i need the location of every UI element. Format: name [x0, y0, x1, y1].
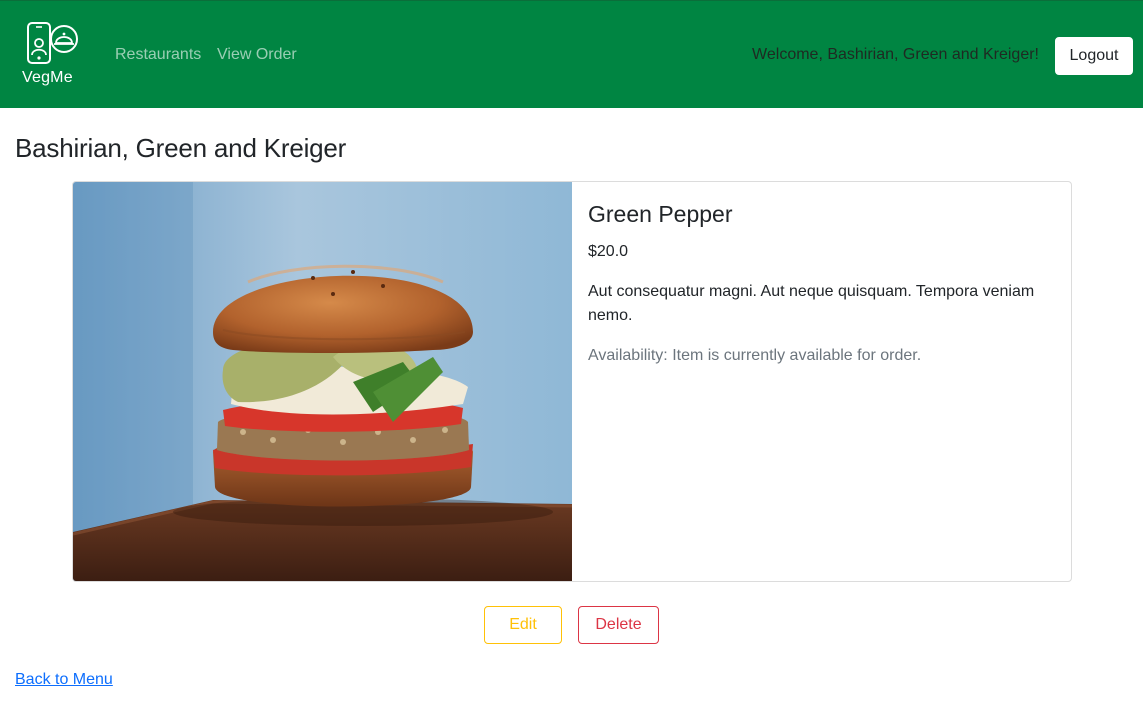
logout-button[interactable]: Logout [1055, 37, 1133, 75]
delete-button[interactable]: Delete [578, 606, 659, 644]
nav-link-restaurants[interactable]: Restaurants [115, 46, 201, 64]
item-price: $20.0 [588, 243, 629, 260]
nav-link-view-order[interactable]: View Order [217, 46, 297, 64]
menu-item-details: Green Pepper $20.0 Aut consequatur magni… [588, 200, 1058, 368]
top-navbar: VegMe Restaurants View Order Welcome, Ba… [0, 0, 1143, 108]
burger-photo [73, 182, 572, 581]
item-description: Aut consequatur magni. Aut neque quisqua… [588, 283, 1035, 324]
menu-item-image [73, 182, 572, 581]
back-to-menu-link[interactable]: Back to Menu [15, 671, 113, 689]
item-name: Green Pepper [588, 201, 733, 227]
menu-item-card: Green Pepper $20.0 Aut consequatur magni… [72, 181, 1072, 582]
page-title: Bashirian, Green and Kreiger [15, 133, 347, 163]
item-availability: Availability: Item is currently availabl… [588, 347, 922, 364]
brand-logo[interactable]: VegMe [20, 21, 84, 91]
brand-name: VegMe [22, 69, 73, 86]
edit-button[interactable]: Edit [484, 606, 562, 644]
phone-with-cloche-icon [27, 22, 78, 64]
welcome-message: Welcome, Bashirian, Green and Kreiger! [752, 46, 1039, 63]
